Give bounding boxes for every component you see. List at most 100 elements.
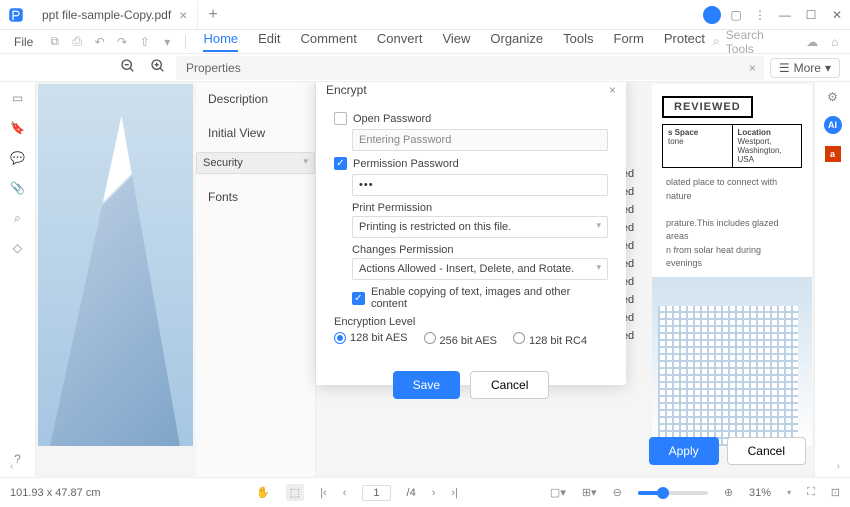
tab-form[interactable]: Form [614, 31, 644, 52]
tab-tools[interactable]: Tools [563, 31, 593, 52]
scroll-left-icon[interactable]: ‹ [10, 461, 13, 477]
thumbnails-icon[interactable]: ▭ [10, 90, 26, 106]
changes-permission-select[interactable]: Actions Allowed - Insert, Delete, and Ro… [352, 258, 608, 280]
scroll-right-icon[interactable]: › [837, 461, 840, 477]
new-tab-button[interactable]: + [198, 6, 227, 24]
cancel-panel-button[interactable]: Cancel [727, 437, 806, 465]
close-tab-icon[interactable]: × [179, 7, 187, 23]
home-icon[interactable]: ⌂ [825, 35, 844, 49]
file-tab[interactable]: ppt file-sample-Copy.pdf × [32, 1, 198, 29]
page-preview-left [38, 84, 193, 446]
maximize-button[interactable]: ☐ [798, 8, 824, 22]
document-canvas[interactable]: Description Initial View Security Fonts … [36, 82, 814, 477]
properties-panel: Description Initial View Security Fonts [196, 82, 316, 477]
tab-edit[interactable]: Edit [258, 31, 280, 52]
attachments-icon[interactable]: 📎 [10, 180, 26, 196]
comments-icon[interactable]: 💬 [10, 150, 26, 166]
hamburger-icon: ☰ [779, 61, 790, 75]
props-description[interactable]: Description [196, 82, 315, 116]
statusbar: 101.93 x 47.87 cm ✋ ⬚ |‹ ‹ 1 /4 › ›| ▢▾ … [0, 477, 850, 507]
panel-buttons: Apply Cancel [649, 437, 806, 465]
page-preview-right: REVIEWED s Spacetone LocationWestport, W… [652, 84, 812, 446]
more-button[interactable]: ☰ More ▾ [770, 58, 840, 78]
page-total: /4 [407, 487, 416, 499]
enc-128aes-radio[interactable]: 128 bit AES [334, 332, 408, 347]
zoom-out-icon[interactable] [116, 54, 140, 81]
tab-organize[interactable]: Organize [490, 31, 543, 52]
close-panel-icon[interactable]: × [749, 61, 756, 75]
file-menu[interactable]: File [6, 33, 41, 51]
cancel-button[interactable]: Cancel [470, 371, 549, 399]
props-security[interactable]: Security [196, 152, 315, 174]
close-dialog-icon[interactable]: × [609, 83, 616, 97]
kebab-icon[interactable]: ⋮ [748, 8, 772, 22]
apply-button[interactable]: Apply [649, 437, 719, 465]
page-input[interactable]: 1 [362, 485, 390, 501]
print-icon[interactable]: ⎙ [68, 34, 87, 49]
print-permission-select[interactable]: Printing is restricted on this file. [352, 216, 608, 238]
menubar: File ⧉ ⎙ ↶ ↷ ⇧ ▾ Home Edit Comment Conve… [0, 30, 850, 54]
reviewed-stamp: REVIEWED [662, 96, 753, 118]
select-tool-icon[interactable]: ⬚ [286, 484, 304, 501]
save-button[interactable]: Save [393, 371, 460, 399]
enc-128rc4-radio[interactable]: 128 bit RC4 [513, 332, 587, 347]
main: ▭ 🔖 💬 📎 ⌕ ◇ ? Description Initial View S… [0, 82, 850, 477]
last-page-icon[interactable]: ›| [451, 487, 458, 499]
zoom-level: 31% [749, 487, 771, 499]
coordinates: 101.93 x 47.87 cm [10, 487, 101, 499]
right-sidebar: ⚙ AI a [814, 82, 850, 477]
first-page-icon[interactable]: |‹ [320, 487, 327, 499]
open-password-checkbox[interactable] [334, 112, 347, 125]
props-fonts[interactable]: Fonts [196, 180, 315, 214]
tab-view[interactable]: View [442, 31, 470, 52]
search-panel-icon[interactable]: ⌕ [10, 210, 26, 226]
ai-icon[interactable]: AI [824, 116, 842, 134]
titlebar: ppt file-sample-Copy.pdf × + ▢ ⋮ — ☐ ✕ [0, 0, 850, 30]
left-sidebar: ▭ 🔖 💬 📎 ⌕ ◇ ? [0, 82, 36, 477]
redo-icon[interactable]: ↷ [113, 35, 132, 49]
tab-comment[interactable]: Comment [301, 31, 357, 52]
enc-256aes-radio[interactable]: 256 bit AES [424, 332, 498, 347]
encrypt-dialog: Encrypt × Open Password Entering Passwor… [316, 82, 626, 385]
tab-protect[interactable]: Protect [664, 31, 705, 52]
dropdown-icon[interactable]: ▾ [158, 35, 177, 49]
chevron-down-icon: ▾ [825, 61, 831, 75]
share-icon[interactable]: ⇧ [135, 35, 154, 49]
app-logo-icon [0, 0, 32, 30]
zoom-in-btn[interactable]: ⊕ [724, 486, 733, 499]
view-mode2-icon[interactable]: ⊞▾ [582, 486, 597, 499]
prev-page-icon[interactable]: ‹ [343, 487, 347, 499]
zoom-out-btn[interactable]: ⊖ [613, 486, 622, 499]
avatar-icon[interactable] [700, 6, 724, 24]
fit-page-icon[interactable]: ⛶ [807, 486, 815, 499]
undo-icon[interactable]: ↶ [90, 35, 109, 49]
enable-copy-checkbox[interactable]: ✓ [352, 292, 365, 305]
open-password-input[interactable]: Entering Password [352, 129, 608, 151]
dialog-title: Encrypt [326, 83, 367, 97]
tab-title: ppt file-sample-Copy.pdf [42, 8, 171, 22]
fullscreen-icon[interactable]: ⊡ [831, 486, 840, 499]
close-window-button[interactable]: ✕ [824, 8, 850, 22]
tab-home[interactable]: Home [203, 31, 238, 52]
minimize-button[interactable]: — [772, 8, 798, 22]
window-mode-icon[interactable]: ▢ [724, 8, 748, 22]
ribbon-tabs: Home Edit Comment Convert View Organize … [203, 31, 705, 52]
view-mode1-icon[interactable]: ▢▾ [550, 486, 566, 499]
zoom-in-icon[interactable] [146, 54, 170, 81]
permission-password-input[interactable]: ••• [352, 174, 608, 196]
settings-sliders-icon[interactable]: ⚙ [827, 90, 838, 104]
hand-tool-icon[interactable]: ✋ [256, 486, 270, 499]
open-icon[interactable]: ⧉ [45, 34, 64, 49]
zoom-slider[interactable] [638, 491, 708, 495]
props-initial-view[interactable]: Initial View [196, 116, 315, 150]
toolbar: Properties × ☰ More ▾ [0, 54, 850, 82]
layers-icon[interactable]: ◇ [10, 240, 26, 256]
bookmarks-icon[interactable]: 🔖 [10, 120, 26, 136]
next-page-icon[interactable]: › [432, 487, 436, 499]
cloud-icon[interactable]: ☁ [803, 35, 822, 49]
search-tools[interactable]: ⌕ Search Tools [713, 28, 789, 56]
tab-convert[interactable]: Convert [377, 31, 423, 52]
permission-password-checkbox[interactable]: ✓ [334, 157, 347, 170]
properties-header: Properties × [176, 56, 764, 80]
app-icon[interactable]: a [825, 146, 841, 162]
